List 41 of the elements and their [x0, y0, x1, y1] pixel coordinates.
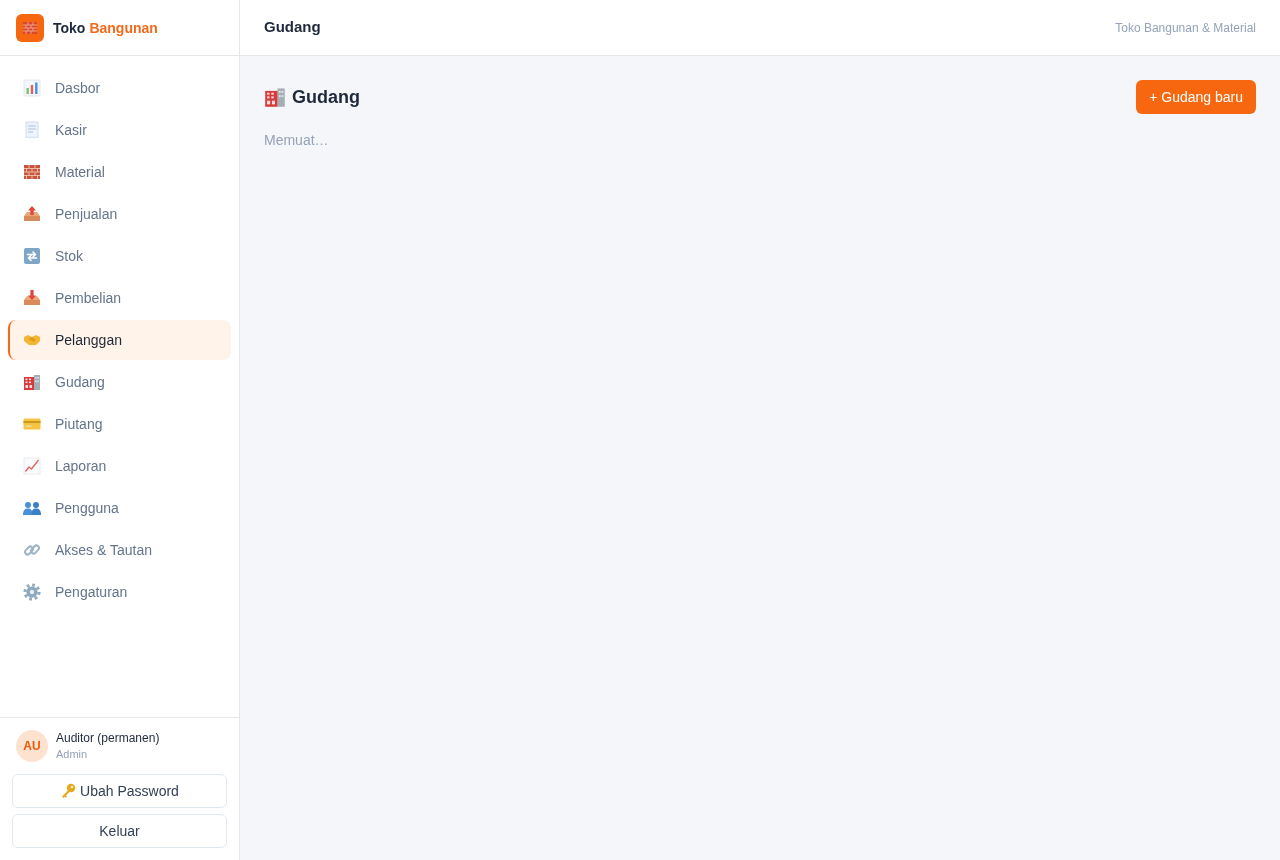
brick-logo-icon: [16, 13, 44, 42]
arrows-cycle-icon: [23, 247, 41, 265]
nav-item[interactable]: Penjualan: [8, 194, 231, 234]
inbox-tray-icon: [23, 289, 41, 307]
logout-button[interactable]: Keluar: [12, 814, 227, 848]
store-subtitle: Toko Bangunan & Material: [1115, 19, 1256, 36]
outbox-tray-icon: [23, 205, 41, 223]
handshake-icon: [23, 334, 41, 346]
nav-item[interactable]: Pelanggan: [8, 320, 231, 360]
nav-item[interactable]: Piutang: [8, 404, 231, 444]
nav-item[interactable]: Akses & Tautan: [8, 530, 231, 570]
page-title: Gudang: [264, 17, 321, 38]
nav-item[interactable]: Material: [8, 152, 231, 192]
section-title: Gudang: [292, 86, 360, 109]
nav-item[interactable]: Stok: [8, 236, 231, 276]
loading-text: Memuat…: [264, 131, 330, 150]
settings-icon: [23, 583, 41, 601]
brand-name: Toko: [53, 18, 86, 38]
nav-item[interactable]: Laporan: [8, 446, 231, 486]
link-icon: [23, 541, 41, 559]
brand-accent: Bangunan: [89, 18, 158, 38]
line-chart-icon: [23, 457, 41, 475]
user-role: Admin: [56, 747, 89, 762]
brick-wall-icon: [23, 163, 41, 181]
user-avatar: AU: [16, 730, 48, 762]
receipt-icon: [23, 121, 41, 139]
nav-item[interactable]: Dasbor: [8, 68, 231, 108]
new-warehouse-button[interactable]: + Gudang baru: [1136, 80, 1256, 114]
user-name: Auditor (permanen): [56, 730, 160, 746]
people-icon: [23, 501, 41, 515]
credit-card-icon: [23, 418, 41, 430]
factory-icon: [23, 373, 41, 391]
factory-icon: [264, 86, 286, 108]
nav-item[interactable]: Pengguna: [8, 488, 231, 528]
key-icon: [60, 783, 77, 799]
nav-item[interactable]: Pengaturan: [8, 572, 231, 612]
nav-item[interactable]: Kasir: [8, 110, 231, 150]
change-password-button[interactable]: Ubah Password: [12, 774, 227, 808]
bar-chart-icon: [23, 79, 41, 97]
nav-item[interactable]: Pembelian: [8, 278, 231, 318]
nav-item[interactable]: Gudang: [8, 362, 231, 402]
